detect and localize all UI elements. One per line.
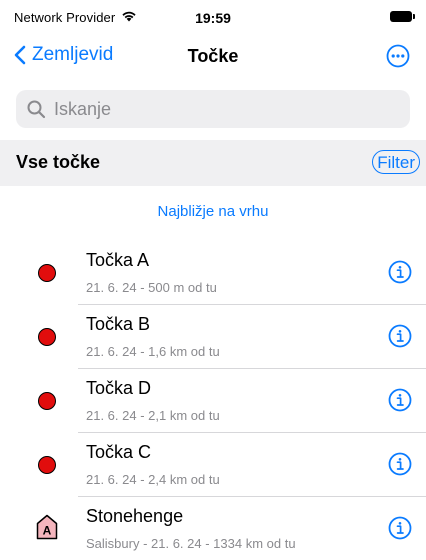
red-dot-marker-icon: [38, 456, 56, 474]
info-button[interactable]: [388, 516, 412, 540]
info-circle-icon: [388, 516, 412, 540]
landmark-marker-icon: A: [36, 514, 58, 540]
red-dot-marker-icon: [38, 264, 56, 282]
point-detail: 21. 6. 24 - 500 m od tu: [86, 280, 217, 295]
list-item[interactable]: Točka D 21. 6. 24 - 2,1 km od tu: [0, 368, 426, 432]
info-circle-icon: [388, 452, 412, 476]
point-name: Točka C: [86, 442, 152, 462]
info-button[interactable]: [388, 388, 412, 412]
status-time: 19:59: [195, 10, 231, 26]
info-button[interactable]: [388, 260, 412, 284]
section-header: Vse točke Filter: [0, 140, 426, 186]
info-circle-icon: [388, 324, 412, 348]
point-detail: 21. 6. 24 - 2,4 km od tu: [86, 472, 220, 487]
info-circle-icon: [388, 388, 412, 412]
list-item[interactable]: Točka A 21. 6. 24 - 500 m od tu: [0, 240, 426, 304]
info-button[interactable]: [388, 452, 412, 476]
red-dot-marker-icon: [38, 328, 56, 346]
landmark-marker-letter: A: [43, 524, 52, 538]
red-dot-marker-icon: [38, 392, 56, 410]
list-item[interactable]: Točka C 21. 6. 24 - 2,4 km od tu: [0, 432, 426, 496]
search-input[interactable]: [52, 97, 396, 121]
point-name: Točka B: [86, 314, 151, 334]
navigation-bar: Zemljevid Točke: [0, 36, 426, 80]
point-detail: Salisbury - 21. 6. 24 - 1334 km od tu: [86, 536, 296, 551]
page-title: Točke: [187, 46, 239, 66]
battery-icon: [390, 11, 415, 22]
status-bar: Network Provider 19:59: [0, 0, 426, 36]
search-icon: [26, 99, 46, 119]
point-name: Stonehenge: [86, 506, 184, 526]
filter-button[interactable]: Filter: [372, 150, 420, 174]
more-button[interactable]: [386, 44, 410, 68]
list-item[interactable]: Točka B 21. 6. 24 - 1,6 km od tu: [0, 304, 426, 368]
ellipsis-circle-icon: [386, 44, 410, 72]
point-name: Točka D: [86, 378, 152, 398]
point-name: Točka A: [86, 250, 150, 270]
sort-nearest-link[interactable]: Najbližje na vrhu: [0, 203, 426, 220]
search-bar[interactable]: [16, 90, 410, 128]
section-title: Vse točke: [16, 152, 101, 172]
point-detail: 21. 6. 24 - 2,1 km od tu: [86, 408, 220, 423]
info-circle-icon: [388, 260, 412, 284]
info-button[interactable]: [388, 324, 412, 348]
points-list: Točka A 21. 6. 24 - 500 m od tu Točka B …: [0, 240, 426, 560]
list-item[interactable]: A Stonehenge Salisbury - 21. 6. 24 - 133…: [0, 496, 426, 560]
point-detail: 21. 6. 24 - 1,6 km od tu: [86, 344, 220, 359]
